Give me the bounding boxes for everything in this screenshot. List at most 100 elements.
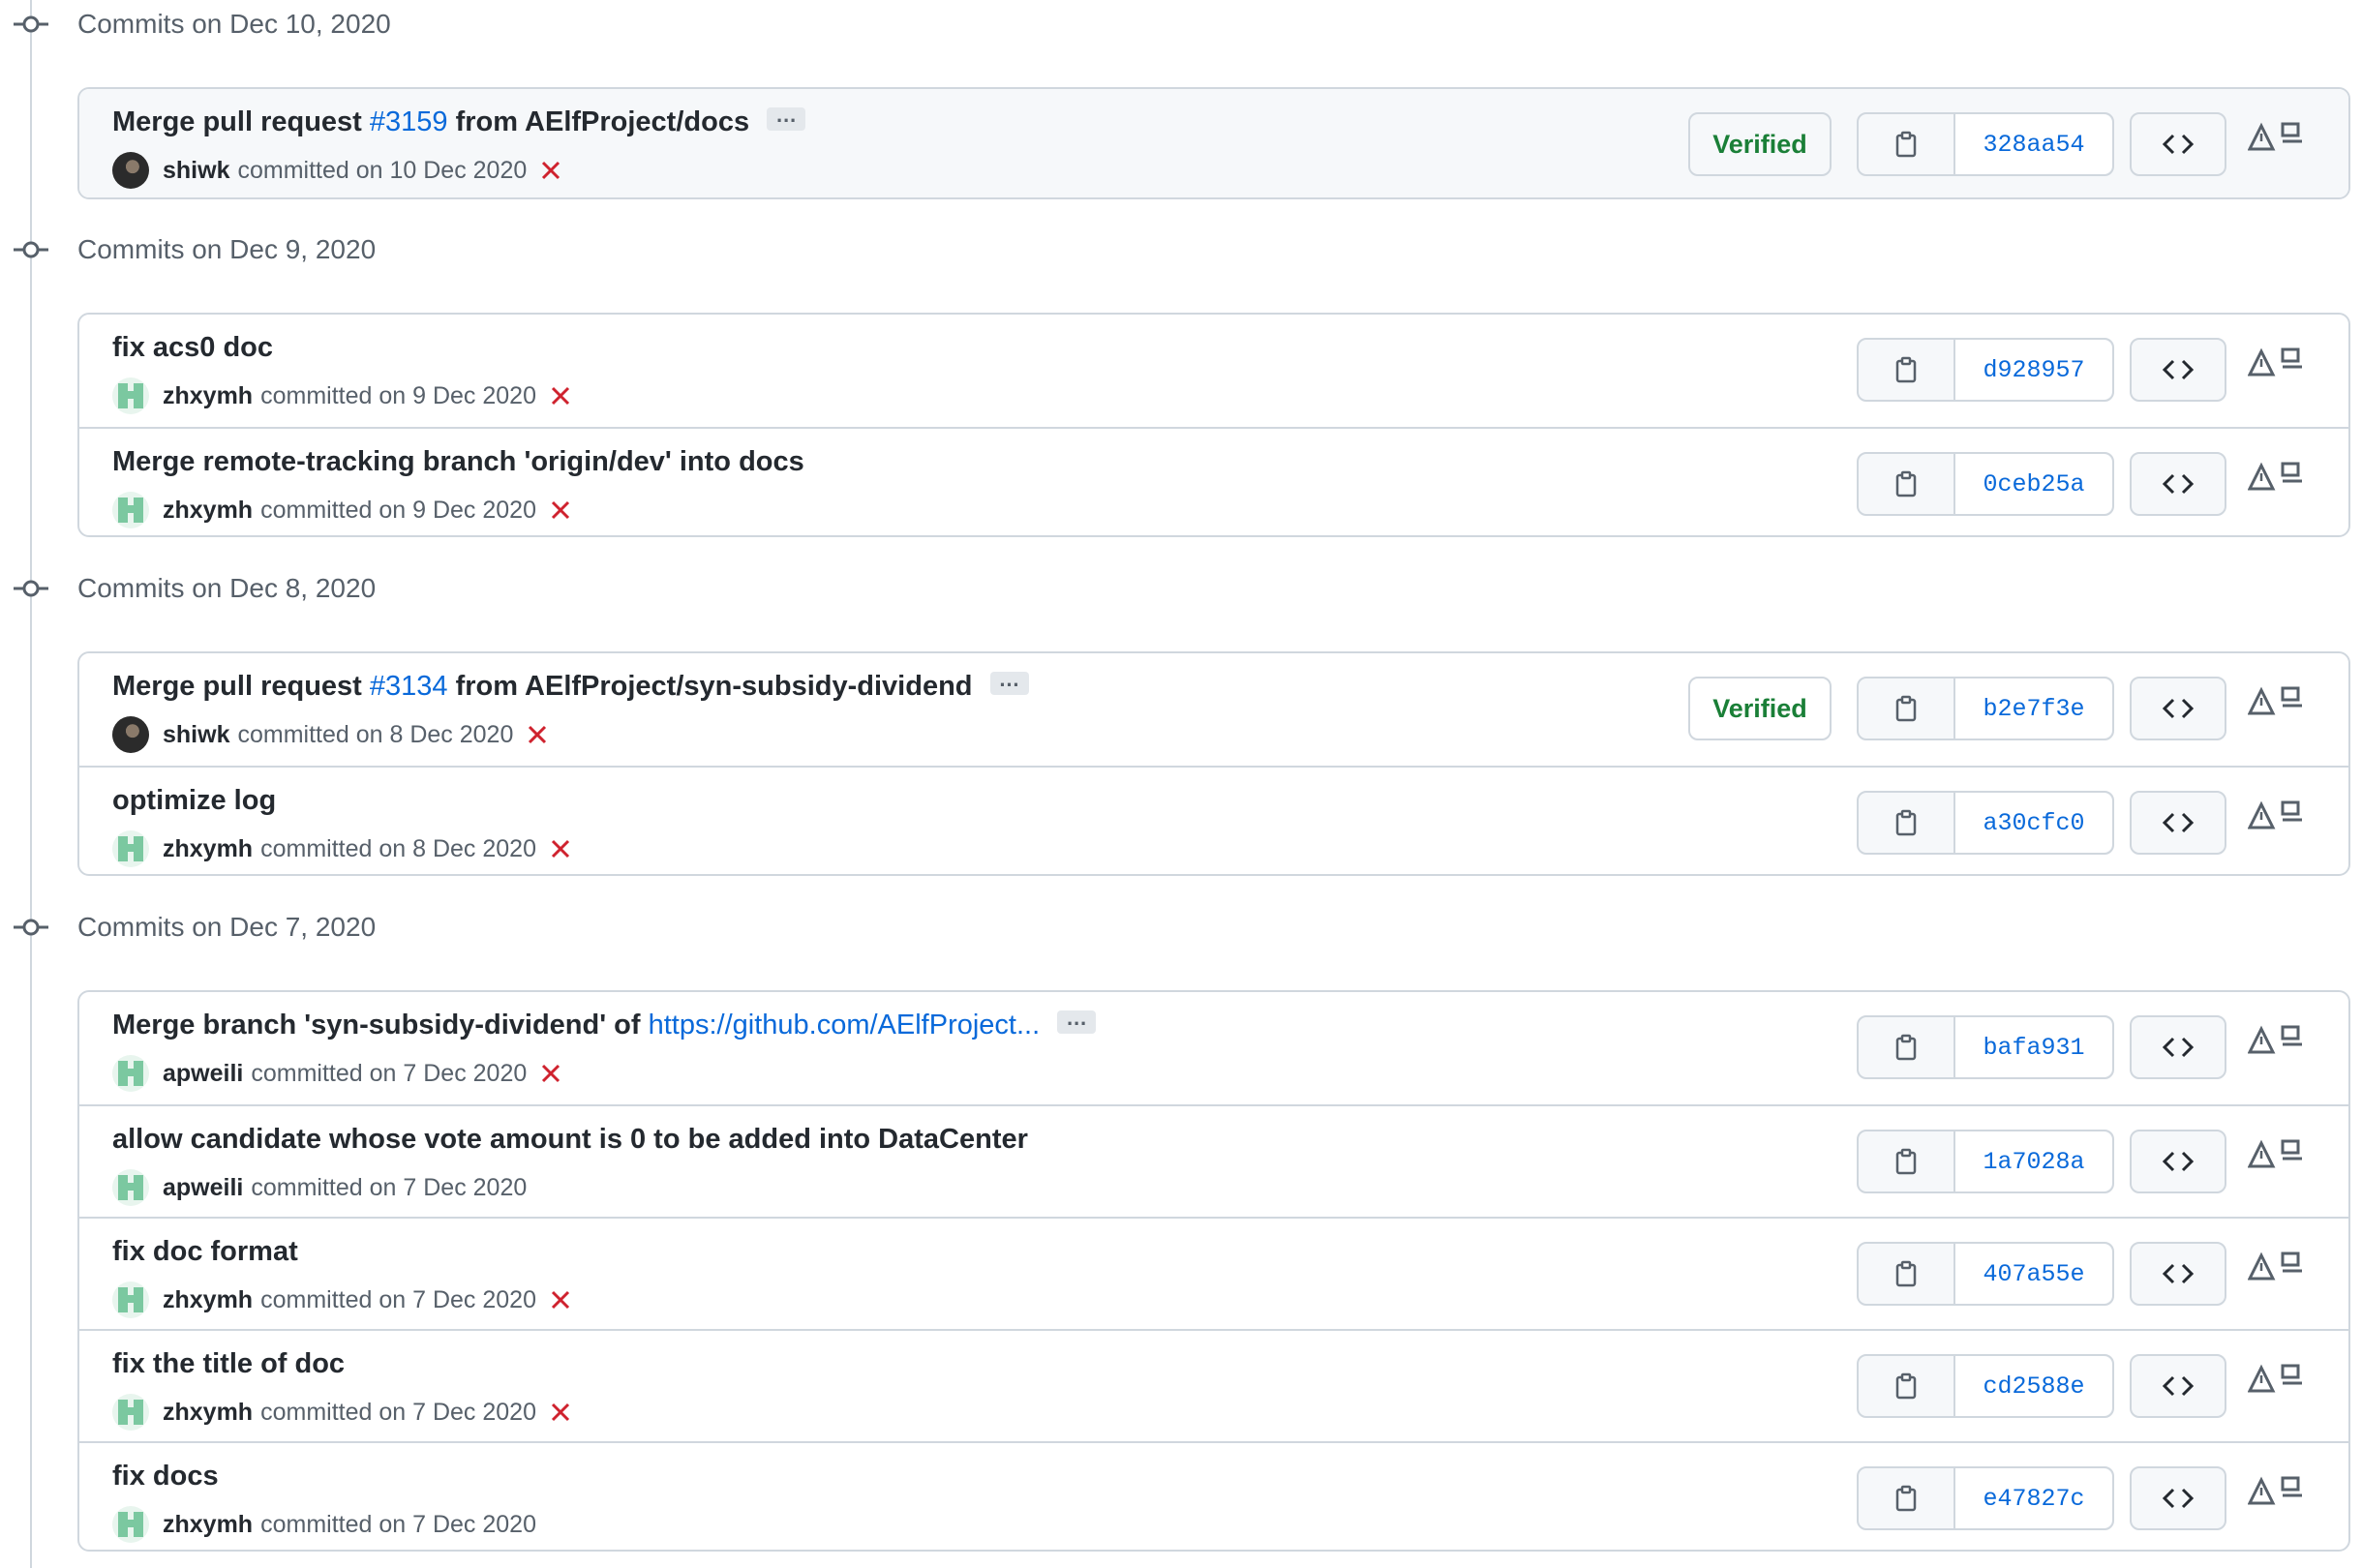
expand-message-button[interactable]: … — [989, 669, 1029, 696]
extension-warning-icon[interactable] — [2248, 1137, 2306, 1176]
commit-sha-link[interactable]: bafa931 — [1955, 1017, 2112, 1077]
commit-title-text[interactable]: fix the title of doc — [112, 1348, 345, 1379]
commit-sha-link[interactable]: b2e7f3e — [1955, 678, 2112, 739]
commit-title[interactable]: Merge pull request #3134 from AElfProjec… — [112, 669, 1029, 703]
commit-title-text[interactable]: Merge branch 'syn-subsidy-dividend' of — [112, 1010, 649, 1040]
commit-title[interactable]: fix the title of doc — [112, 1348, 345, 1380]
commit-sha-link[interactable]: a30cfc0 — [1955, 793, 2112, 853]
commit-title[interactable]: fix acs0 doc — [112, 332, 273, 364]
extension-warning-icon[interactable] — [2248, 684, 2306, 723]
commit-title[interactable]: fix docs — [112, 1461, 219, 1493]
extension-warning-icon[interactable] — [2248, 460, 2306, 498]
copy-sha-button[interactable] — [1859, 1131, 1955, 1191]
commit-sha-link[interactable]: cd2588e — [1955, 1356, 2112, 1416]
commit-sha-link[interactable]: 407a55e — [1955, 1244, 2112, 1304]
commit-title-link[interactable]: #3134 — [370, 671, 448, 702]
browse-repo-button[interactable] — [2130, 1466, 2226, 1530]
commit-title-text[interactable]: optimize log — [112, 785, 276, 816]
browse-repo-button[interactable] — [2130, 112, 2226, 176]
x-icon[interactable] — [540, 160, 561, 181]
verified-badge[interactable]: Verified — [1688, 112, 1832, 176]
commit-sha-link[interactable]: 0ceb25a — [1955, 454, 2112, 514]
copy-sha-button[interactable] — [1859, 454, 1955, 514]
browse-repo-button[interactable] — [2130, 452, 2226, 516]
avatar[interactable] — [112, 377, 149, 414]
commit-title-text[interactable]: Merge remote-tracking branch 'origin/dev… — [112, 446, 804, 477]
extension-warning-icon[interactable] — [2248, 1023, 2306, 1062]
expand-message-button[interactable]: … — [1057, 1008, 1097, 1035]
browse-repo-button[interactable] — [2130, 1130, 2226, 1193]
commit-author[interactable]: zhxymh — [163, 497, 253, 525]
commit-title-text[interactable]: fix docs — [112, 1461, 219, 1492]
commit-author[interactable]: apweili — [163, 1060, 243, 1088]
browse-repo-button[interactable] — [2130, 1242, 2226, 1306]
browse-repo-button[interactable] — [2130, 338, 2226, 402]
browse-repo-button[interactable] — [2130, 1015, 2226, 1079]
copy-sha-button[interactable] — [1859, 340, 1955, 400]
commit-title-text[interactable]: Merge pull request — [112, 106, 370, 137]
copy-sha-button[interactable] — [1859, 1468, 1955, 1528]
avatar[interactable] — [112, 1169, 149, 1206]
commit-author[interactable]: zhxymh — [163, 1286, 253, 1314]
commit-title-link[interactable]: #3159 — [370, 106, 448, 137]
commit-sha-link[interactable]: d928957 — [1955, 340, 2112, 400]
sha-button-group: bafa931 — [1857, 1015, 2114, 1079]
commit-title-link[interactable]: https://github.com/AElfProject... — [649, 1010, 1041, 1040]
copy-sha-button[interactable] — [1859, 114, 1955, 174]
extension-warning-icon[interactable] — [2248, 1250, 2306, 1288]
commit-author[interactable]: zhxymh — [163, 835, 253, 863]
copy-sha-button[interactable] — [1859, 1017, 1955, 1077]
commit-title-text[interactable]: fix doc format — [112, 1236, 298, 1267]
expand-message-button[interactable]: … — [767, 105, 806, 132]
avatar[interactable] — [112, 492, 149, 528]
x-icon[interactable] — [550, 385, 571, 407]
commit-title[interactable]: Merge remote-tracking branch 'origin/dev… — [112, 446, 804, 478]
avatar[interactable] — [112, 1506, 149, 1543]
commit-author[interactable]: shiwk — [163, 721, 229, 749]
avatar[interactable] — [112, 830, 149, 867]
avatar[interactable] — [112, 1282, 149, 1318]
extension-warning-icon[interactable] — [2248, 120, 2306, 159]
extension-warning-icon[interactable] — [2248, 1362, 2306, 1401]
extension-warning-icon[interactable] — [2248, 1474, 2306, 1513]
avatar[interactable] — [112, 716, 149, 753]
avatar[interactable] — [112, 152, 149, 189]
commit-author[interactable]: apweili — [163, 1174, 243, 1202]
commit-title[interactable]: Merge pull request #3159 from AElfProjec… — [112, 105, 806, 138]
copy-sha-button[interactable] — [1859, 793, 1955, 853]
commit-title-text[interactable]: Merge pull request — [112, 671, 370, 702]
avatar[interactable] — [112, 1394, 149, 1431]
x-icon[interactable] — [540, 1063, 561, 1084]
verified-badge[interactable]: Verified — [1688, 677, 1832, 740]
commit-author[interactable]: shiwk — [163, 157, 229, 185]
x-icon[interactable] — [550, 499, 571, 521]
commit-title-text-post[interactable]: from AElfProject/docs — [448, 106, 750, 137]
x-icon[interactable] — [550, 1402, 571, 1423]
commit-title[interactable]: allow candidate whose vote amount is 0 t… — [112, 1124, 1028, 1156]
x-icon[interactable] — [527, 724, 548, 745]
copy-sha-button[interactable] — [1859, 1356, 1955, 1416]
commit-sha-link[interactable]: 1a7028a — [1955, 1131, 2112, 1191]
browse-repo-button[interactable] — [2130, 791, 2226, 855]
commit-author[interactable]: zhxymh — [163, 1511, 253, 1539]
x-icon[interactable] — [550, 838, 571, 859]
commit-title-text[interactable]: fix acs0 doc — [112, 332, 273, 363]
commit-title-text[interactable]: allow candidate whose vote amount is 0 t… — [112, 1124, 1028, 1155]
commit-title[interactable]: fix doc format — [112, 1236, 298, 1268]
commit-author[interactable]: zhxymh — [163, 1399, 253, 1427]
extension-warning-icon[interactable] — [2248, 346, 2306, 384]
x-icon[interactable] — [550, 1289, 571, 1311]
commit-title-text-post[interactable]: from AElfProject/syn-subsidy-dividend — [448, 671, 973, 702]
browse-repo-button[interactable] — [2130, 677, 2226, 740]
commit-date: committed on 9 Dec 2020 — [260, 496, 536, 524]
extension-warning-icon[interactable] — [2248, 799, 2306, 837]
browse-repo-button[interactable] — [2130, 1354, 2226, 1418]
avatar[interactable] — [112, 1055, 149, 1092]
copy-sha-button[interactable] — [1859, 1244, 1955, 1304]
copy-sha-button[interactable] — [1859, 678, 1955, 739]
commit-title[interactable]: optimize log — [112, 785, 276, 817]
commit-author[interactable]: zhxymh — [163, 382, 253, 410]
commit-sha-link[interactable]: 328aa54 — [1955, 114, 2112, 174]
commit-sha-link[interactable]: e47827c — [1955, 1468, 2112, 1528]
commit-title[interactable]: Merge branch 'syn-subsidy-dividend' of h… — [112, 1008, 1097, 1041]
